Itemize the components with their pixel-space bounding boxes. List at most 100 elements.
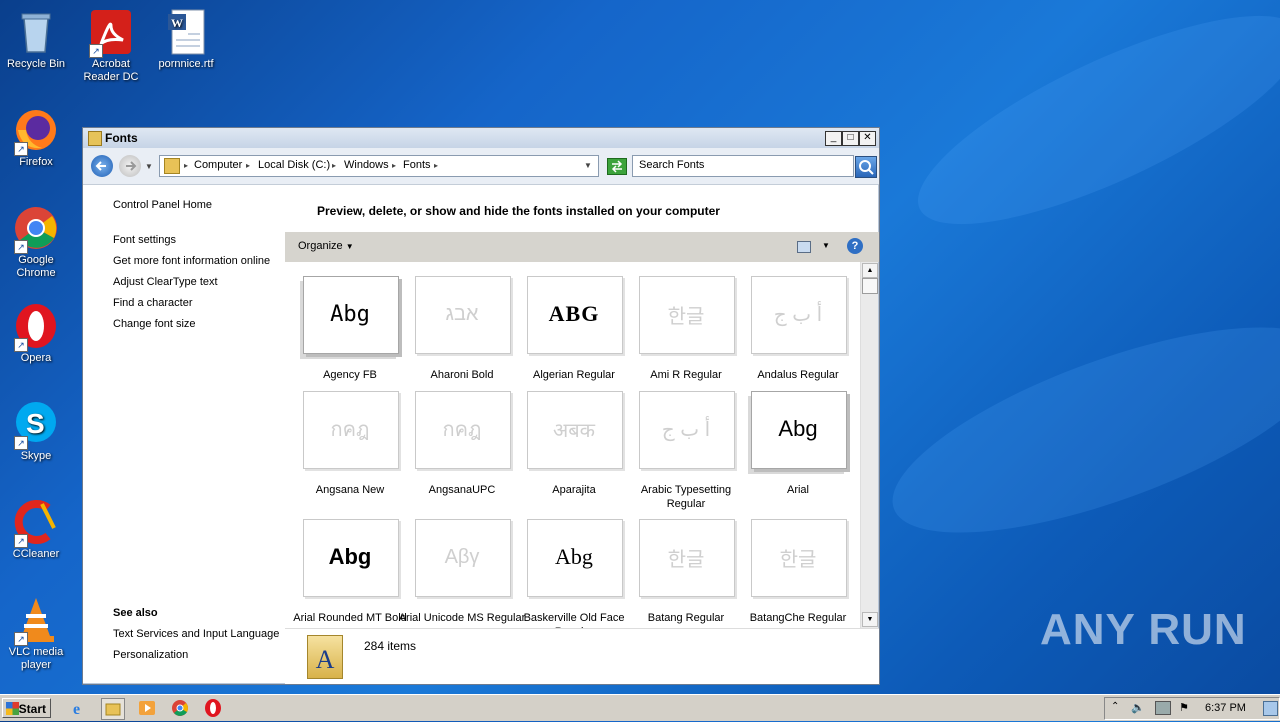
network-icon[interactable] <box>1155 701 1171 715</box>
personalization-link[interactable]: Personalization <box>113 649 188 661</box>
font-settings-link[interactable]: Font settings <box>113 234 176 246</box>
font-name-label: Ami R Regular <box>650 369 722 381</box>
breadcrumb-separator[interactable]: ▸ <box>246 161 250 170</box>
scroll-up-arrow-icon[interactable]: ▲ <box>862 263 878 278</box>
search-button[interactable] <box>855 156 877 178</box>
font-name-label: Baskerville Old Face Regular <box>523 612 625 628</box>
volume-icon[interactable]: 🔈 <box>1131 701 1145 714</box>
shortcut-arrow-icon: ↗ <box>89 44 103 58</box>
refresh-button[interactable] <box>607 158 627 175</box>
word-document-icon: W <box>162 8 210 56</box>
opera-icon: ↗ <box>12 302 60 352</box>
desktop-icon-firefox[interactable]: ↗ Firefox <box>0 106 72 169</box>
breadcrumb-separator[interactable]: ▸ <box>392 161 396 170</box>
desktop-icon-vlc[interactable]: ↗ VLC media player <box>0 596 72 672</box>
desktop-icon-ccleaner[interactable]: ↗ CCleaner <box>0 498 72 561</box>
font-preview-sample: أ ب ج <box>773 303 823 326</box>
font-name-label: Aharoni Bold <box>430 369 494 381</box>
organize-menu-button[interactable]: Organize ▼ <box>298 240 354 252</box>
fonts-folder-large-icon: A <box>307 635 343 679</box>
font-preview-sample: Abg <box>555 544 593 569</box>
acrobat-icon: ↗ <box>87 8 135 58</box>
desktop-icon-label: Firefox <box>19 156 53 168</box>
breadcrumb-separator[interactable]: ▸ <box>434 161 438 170</box>
desktop-icon-chrome[interactable]: ↗ Google Chrome <box>0 204 72 280</box>
desktop-icon-opera[interactable]: ↗ Opera <box>0 302 72 365</box>
recycle-bin-icon <box>12 8 60 56</box>
system-tray: ⌃ 🔈 ⚑ 6:37 PM <box>1104 697 1280 720</box>
font-name-label: Algerian Regular <box>533 369 615 381</box>
breadcrumb-fonts[interactable]: Fonts <box>403 159 431 171</box>
font-name-label: Arial Unicode MS Regular <box>398 612 526 624</box>
back-button[interactable] <box>91 155 113 177</box>
desktop-icon-rtf-file[interactable]: W pornnice.rtf <box>150 8 222 71</box>
chrome-icon: ↗ <box>12 204 60 254</box>
breadcrumb-separator[interactable]: ▸ <box>184 161 188 170</box>
desktop-icon-label: Google Chrome <box>16 254 56 279</box>
search-box[interactable] <box>632 155 854 177</box>
font-name-label: Arial <box>786 484 809 496</box>
explorer-taskbar-icon[interactable] <box>101 698 125 720</box>
font-preview-sample: אבג <box>445 302 479 325</box>
desktop-icon-acrobat[interactable]: ↗ Acrobat Reader DC <box>75 8 147 84</box>
font-preview-sample: 한글 <box>667 548 705 571</box>
font-preview-sample: أ ب ج <box>661 418 711 441</box>
internet-explorer-taskbar-icon[interactable]: e <box>69 698 91 718</box>
breadcrumb-separator[interactable]: ▸ <box>332 161 336 170</box>
shortcut-arrow-icon: ↗ <box>14 338 28 352</box>
action-center-flag-icon[interactable]: ⚑ <box>1179 701 1189 714</box>
show-hidden-icons-chevron-icon[interactable]: ⌃ <box>1111 701 1119 712</box>
desktop-icon-recycle-bin[interactable]: Recycle Bin <box>0 8 72 71</box>
cleartype-link[interactable]: Adjust ClearType text <box>113 276 218 288</box>
view-dropdown-icon[interactable]: ▼ <box>822 241 830 250</box>
title-bar[interactable]: Fonts _ □ ✕ <box>83 128 879 148</box>
opera-taskbar-icon[interactable] <box>202 698 224 718</box>
desktop-icon-label: VLC media player <box>8 646 64 671</box>
scroll-thumb[interactable] <box>862 278 878 294</box>
control-panel-home-link[interactable]: Control Panel Home <box>113 199 212 211</box>
chrome-taskbar-icon[interactable] <box>169 698 191 718</box>
font-preview-sample: Abg <box>330 301 370 327</box>
start-button[interactable]: Start <box>2 698 51 718</box>
change-font-size-link[interactable]: Change font size <box>113 318 196 330</box>
view-options-icon[interactable] <box>797 241 811 253</box>
taskbar: Start e ⌃ 🔈 ⚑ 6:37 PM <box>0 694 1280 721</box>
breadcrumb-windows[interactable]: Windows <box>344 159 389 171</box>
breadcrumb[interactable]: ▸ Computer ▸ Local Disk (C:) ▸ Windows ▸… <box>159 155 599 177</box>
item-count: 284 items <box>364 639 417 653</box>
wallpaper-streak <box>869 285 1280 575</box>
forward-arrow-icon <box>126 161 137 171</box>
refresh-icon <box>611 160 623 173</box>
font-name-label: Arabic Typesetting Regular <box>640 484 732 510</box>
desktop-icon-skype[interactable]: S ↗ Skype <box>0 400 72 463</box>
forward-button[interactable] <box>119 155 141 177</box>
address-dropdown-icon[interactable]: ▼ <box>584 161 592 170</box>
vertical-scrollbar[interactable]: ▲ ▼ <box>860 262 878 628</box>
scroll-down-arrow-icon[interactable]: ▼ <box>862 612 878 627</box>
media-player-taskbar-icon[interactable] <box>136 698 158 718</box>
fonts-list: Abg Agency FB אבג Aharoni Bold ABG Algerian R… <box>285 262 859 628</box>
organize-label: Organize <box>298 240 343 252</box>
recent-pages-chevron-icon[interactable]: ▼ <box>145 162 153 171</box>
help-icon[interactable]: ? <box>847 238 863 254</box>
close-button[interactable]: ✕ <box>859 131 876 146</box>
font-info-online-link[interactable]: Get more font information online <box>113 255 270 267</box>
show-desktop-icon[interactable] <box>1263 701 1278 716</box>
clock[interactable]: 6:37 PM <box>1205 702 1246 714</box>
search-input[interactable] <box>633 156 839 174</box>
breadcrumb-local-disk[interactable]: Local Disk (C:) <box>258 159 330 171</box>
anyrun-watermark: ANY RUN <box>1040 605 1247 654</box>
desktop-icon-label: pornnice.rtf <box>158 58 214 70</box>
font-preview-sample: Αβγ <box>444 545 480 568</box>
find-character-link[interactable]: Find a character <box>113 297 192 309</box>
minimize-button[interactable]: _ <box>825 131 842 146</box>
text-services-link[interactable]: Text Services and Input Language <box>113 628 279 640</box>
font-preview-sample: 한글 <box>667 305 705 328</box>
maximize-button[interactable]: □ <box>842 131 859 146</box>
breadcrumb-computer[interactable]: Computer <box>194 159 242 171</box>
organize-dropdown-icon: ▼ <box>345 242 354 251</box>
desktop-icon-label: Acrobat Reader DC <box>83 58 139 83</box>
vlc-cone-icon: ↗ <box>12 596 60 646</box>
search-icon <box>859 160 874 175</box>
shortcut-arrow-icon: ↗ <box>14 632 28 646</box>
